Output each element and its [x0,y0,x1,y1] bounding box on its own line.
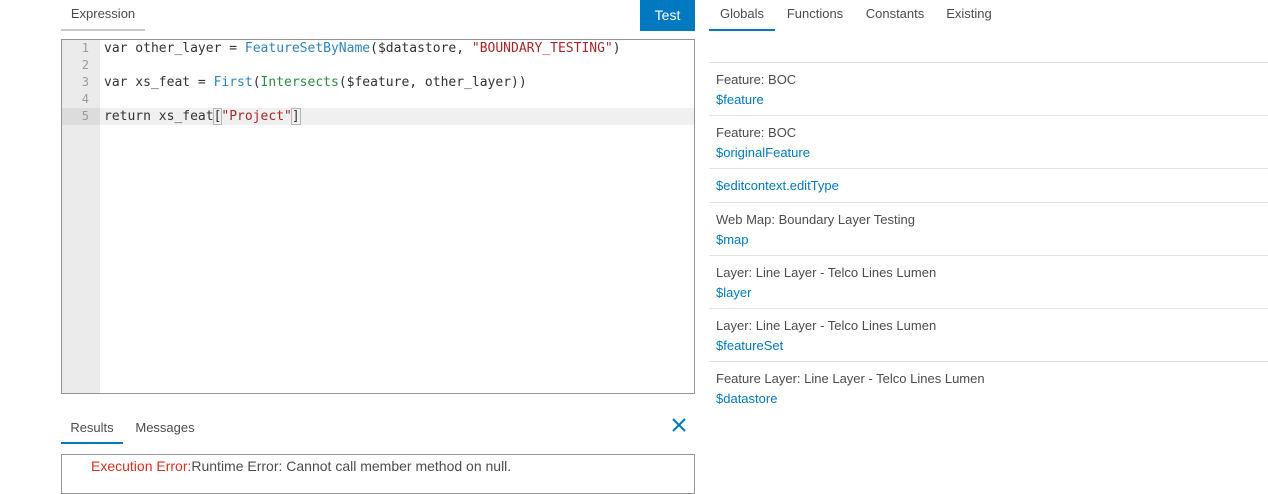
global-variable[interactable]: $feature [716,92,1268,108]
line-number: 1 [81,41,89,55]
tab-globals[interactable]: Globals [709,0,775,31]
code-token: ( [252,75,261,90]
tab-results[interactable]: Results [61,416,123,444]
code-token: ($feature, other_layer)) [338,75,527,90]
code-token: "BOUNDARY_TESTING" [471,41,613,56]
tab-messages[interactable]: Messages [129,416,201,444]
global-description: Web Map: Boundary Layer Testing [716,212,915,227]
globals-list-item[interactable]: Web Map: Boundary Layer Testing $map [709,202,1268,255]
global-variable[interactable]: $editcontext.editType [716,178,1268,194]
code-token: ] [290,108,301,125]
global-variable[interactable]: $layer [716,285,1268,301]
global-description: Feature: BOC [716,72,797,87]
code-token: var other_layer = [104,41,245,56]
globals-list-item[interactable]: Feature Layer: Line Layer - Telco Lines … [709,361,1268,414]
error-message: Runtime Error: Cannot call member method… [191,458,512,474]
line-number: 4 [81,92,89,106]
code-text[interactable]: return xs_feat["Project"] [100,108,301,125]
code-line[interactable]: 5 return xs_feat["Project"] [62,108,694,125]
global-description: Layer: Line Layer - Telco Lines Lumen [716,265,937,280]
code-line[interactable]: 3 var xs_feat = First(Intersects($feature… [62,74,694,91]
globals-list-item[interactable]: Feature: BOC $originalFeature [709,115,1268,168]
code-token: FeatureSetByName [244,41,371,56]
globals-list-item[interactable]: Feature: BOC $feature [709,62,1268,115]
global-description: Feature Layer: Line Layer - Telco Lines … [716,371,985,386]
line-number: 2 [81,58,89,72]
global-variable[interactable]: $map [716,232,1268,248]
code-line[interactable]: 4 [62,91,694,108]
globals-list-item[interactable]: Layer: Line Layer - Telco Lines Lumen $la… [709,255,1268,308]
code-text[interactable]: var other_layer = FeatureSetByName($data… [100,40,621,57]
code-token: return xs_feat [104,109,214,124]
test-button[interactable]: Test [640,0,695,31]
code-token: ) [612,41,621,56]
global-description: Feature: BOC [716,125,797,140]
tab-functions[interactable]: Functions [779,0,851,31]
global-variable[interactable]: $featureSet [716,338,1268,354]
code-editor[interactable]: 1 var other_layer = FeatureSetByName($dat… [61,39,695,394]
code-token: var xs_feat = [104,75,214,90]
error-label: Execution Error: [91,458,192,474]
results-panel: Execution Error:Runtime Error: Cannot ca… [61,454,695,494]
code-token: Intersects [260,75,339,90]
global-variable[interactable]: $originalFeature [716,145,1268,161]
code-token: ($datastore, [370,41,472,56]
tab-constants[interactable]: Constants [859,0,931,31]
code-token: "Project" [221,109,292,124]
close-icon[interactable] [668,414,690,436]
code-token: First [213,75,253,90]
tab-existing[interactable]: Existing [940,0,998,31]
code-line[interactable]: 2 [62,57,694,74]
line-number: 5 [62,108,100,125]
line-number: 3 [81,75,89,89]
globals-list-item[interactable]: Layer: Line Layer - Telco Lines Lumen $fe… [709,308,1268,361]
global-description: Layer: Line Layer - Telco Lines Lumen [716,318,937,333]
global-variable[interactable]: $datastore [716,391,1268,407]
tab-expression[interactable]: Expression [61,0,145,31]
globals-list: Feature: BOC $feature Feature: BOC $origina… [709,62,1268,414]
code-text[interactable]: var xs_feat = First(Intersects($feature,… [100,74,527,91]
code-line[interactable]: 1 var other_layer = FeatureSetByName($dat… [62,40,694,57]
text-caret [299,108,301,123]
globals-list-item[interactable]: $editcontext.editType [709,168,1268,202]
